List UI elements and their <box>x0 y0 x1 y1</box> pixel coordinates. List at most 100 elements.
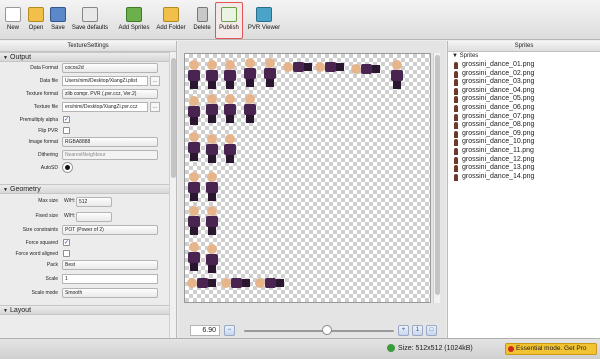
texture-size-label: Size: 512x512 (1024kB) <box>398 345 473 352</box>
layout-section-header[interactable]: ▼ Layout <box>0 305 176 315</box>
size-constraints-select[interactable]: POT (Power of 2) <box>62 225 158 235</box>
sprite-list-item[interactable]: grossini_dance_10.png <box>448 138 600 147</box>
sprite-list-item[interactable]: grossini_dance_04.png <box>448 87 600 96</box>
canvas-scrollbar-thumb[interactable] <box>435 55 440 295</box>
sprite-file-icon <box>454 104 458 112</box>
sprite-list-item[interactable]: grossini_dance_12.png <box>448 156 600 165</box>
packed-sprite[interactable] <box>315 60 345 74</box>
sprite-list-item[interactable]: grossini_dance_14.png <box>448 173 600 182</box>
packed-sprite[interactable] <box>223 60 237 90</box>
save-button[interactable]: Save <box>48 4 68 38</box>
publish-button[interactable]: Publish <box>215 2 243 39</box>
status-bar: Size: 512x512 (1024kB) Essential mode. G… <box>0 338 600 359</box>
zoom-actual-icon: 1 <box>415 327 420 333</box>
left-scrollbar[interactable] <box>169 52 176 338</box>
texture-file-browse-button[interactable]: ... <box>150 102 160 112</box>
packed-sprite[interactable] <box>351 62 381 76</box>
sprite-list-item[interactable]: grossini_dance_08.png <box>448 121 600 130</box>
texture-file-field[interactable]: ers/nimi/Desktop/XiangZi.pvr.ccz <box>62 102 148 112</box>
max-size-select[interactable]: 512 <box>76 197 112 207</box>
add-folder-button[interactable]: Add Folder <box>156 4 186 38</box>
autosd-button[interactable] <box>62 162 73 173</box>
sprite-list-item[interactable]: grossini_dance_13.png <box>448 164 600 173</box>
packed-sprite[interactable] <box>187 132 201 162</box>
packed-sprite[interactable] <box>205 94 219 124</box>
packed-sprite[interactable] <box>223 134 237 164</box>
flip-pvr-row: Flip PVR <box>0 125 176 136</box>
pack-row: Pack Best <box>0 259 176 273</box>
sprite-sheet-canvas[interactable] <box>184 53 431 303</box>
sprite-file-name: grossini_dance_11.png <box>462 146 534 154</box>
pvr-viewer-button[interactable]: PVR Viewer <box>247 4 281 38</box>
sprite-list-item[interactable]: grossini_dance_06.png <box>448 104 600 113</box>
packed-sprite[interactable] <box>205 244 219 274</box>
pack-select[interactable]: Best <box>62 260 158 270</box>
size-status-icon <box>387 344 395 352</box>
zoom-actual-button[interactable]: 1 <box>412 325 423 336</box>
left-scrollbar-thumb[interactable] <box>171 58 176 178</box>
new-button[interactable]: New <box>3 4 23 38</box>
packed-sprite[interactable] <box>390 60 404 90</box>
toolbar: New Open Save Save defaults Add Sprites … <box>0 0 600 40</box>
scale-field[interactable]: 1 <box>62 274 158 284</box>
dithering-select[interactable]: NearestNeighbour <box>62 150 158 160</box>
flip-pvr-checkbox[interactable] <box>63 127 70 134</box>
zoom-slider[interactable] <box>244 330 394 332</box>
premultiply-alpha-checkbox[interactable]: ✓ <box>63 116 70 123</box>
sprite-file-icon <box>454 130 458 138</box>
sprite-list-item[interactable]: grossini_dance_11.png <box>448 147 600 156</box>
packed-sprite[interactable] <box>187 242 201 272</box>
sprite-list-item[interactable]: grossini_dance_02.png <box>448 70 600 79</box>
packed-sprite[interactable] <box>221 276 251 290</box>
sprite-file-name: grossini_dance_06.png <box>462 103 535 111</box>
get-pro-button[interactable]: Essential mode. Get Pro <box>505 343 597 355</box>
packed-sprite[interactable] <box>187 276 217 290</box>
geometry-section-header[interactable]: ▼ Geometry <box>0 184 176 194</box>
delete-button[interactable]: Delete <box>191 4 213 38</box>
texture-format-select[interactable]: zlib compr. PVR (.pvr.ccz, Ver.2) <box>62 89 158 99</box>
sprite-list-item[interactable]: grossini_dance_05.png <box>448 95 600 104</box>
packed-sprite[interactable] <box>263 58 277 88</box>
zoom-fit-button[interactable]: □ <box>426 325 437 336</box>
add-sprites-button[interactable]: Add Sprites <box>117 4 151 38</box>
force-word-aligned-checkbox[interactable] <box>63 250 70 257</box>
sprite-list-item[interactable]: grossini_dance_03.png <box>448 78 600 87</box>
packed-sprite[interactable] <box>243 58 257 88</box>
packed-sprite[interactable] <box>187 206 201 236</box>
open-button[interactable]: Open <box>26 4 46 38</box>
packed-sprite[interactable] <box>223 94 237 124</box>
packed-sprite[interactable] <box>187 96 201 126</box>
data-format-select[interactable]: cocos2d <box>62 63 158 73</box>
packed-sprite[interactable] <box>255 276 285 290</box>
packed-sprite[interactable] <box>243 94 257 124</box>
zoom-level-field[interactable]: 6.90 <box>190 325 220 336</box>
sprite-file-icon <box>454 113 458 121</box>
zoom-out-button[interactable]: − <box>224 325 235 336</box>
sprite-list-item[interactable]: grossini_dance_01.png <box>448 61 600 70</box>
trash-icon <box>196 7 208 22</box>
packed-sprite[interactable] <box>205 134 219 164</box>
sprites-tree-root[interactable]: ▼ Sprites <box>448 52 600 61</box>
packed-sprite[interactable] <box>283 60 313 74</box>
save-defaults-button[interactable]: Save defaults <box>71 4 109 38</box>
packed-sprite[interactable] <box>187 172 201 202</box>
sprite-list-item[interactable]: grossini_dance_07.png <box>448 113 600 122</box>
disclosure-triangle-icon: ▼ <box>452 53 460 59</box>
sprite-list-item[interactable]: grossini_dance_09.png <box>448 130 600 139</box>
force-squared-row: Force squared ✓ <box>25 239 70 246</box>
canvas-scrollbar[interactable] <box>433 53 440 303</box>
packed-sprite[interactable] <box>205 172 219 202</box>
image-format-select[interactable]: RGBA8888 <box>62 137 158 147</box>
zoom-in-button[interactable]: + <box>398 325 409 336</box>
force-squared-checkbox[interactable]: ✓ <box>63 239 70 246</box>
output-section-header[interactable]: ▼ Output <box>0 52 176 62</box>
packed-sprite[interactable] <box>205 60 219 90</box>
packed-sprite[interactable] <box>205 206 219 236</box>
data-file-field[interactable]: Users/nimi/Desktop/XiangZi.plist <box>62 76 148 86</box>
data-file-browse-button[interactable]: ... <box>150 76 160 86</box>
fixed-size-select[interactable] <box>76 212 112 222</box>
packed-sprite[interactable] <box>187 60 201 90</box>
scale-mode-select[interactable]: Smooth <box>62 288 158 298</box>
zoom-slider-knob[interactable] <box>321 325 332 335</box>
add-folder-icon <box>163 7 179 22</box>
